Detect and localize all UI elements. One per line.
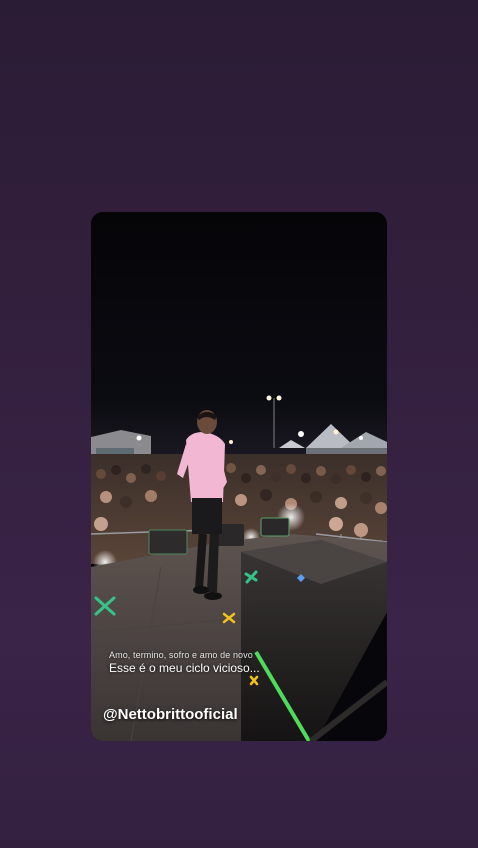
lyrics-overlay: Amo, termino, sofro e amo de novo Esse é… bbox=[109, 650, 349, 675]
lyric-line: Amo, termino, sofro e amo de novo bbox=[109, 650, 253, 660]
username-mention[interactable]: @Nettobrittooficial bbox=[103, 706, 238, 723]
story-card[interactable]: Amo, termino, sofro e amo de novo Esse é… bbox=[91, 212, 387, 741]
lyric-line: Esse é o meu ciclo vicioso... bbox=[109, 661, 260, 675]
